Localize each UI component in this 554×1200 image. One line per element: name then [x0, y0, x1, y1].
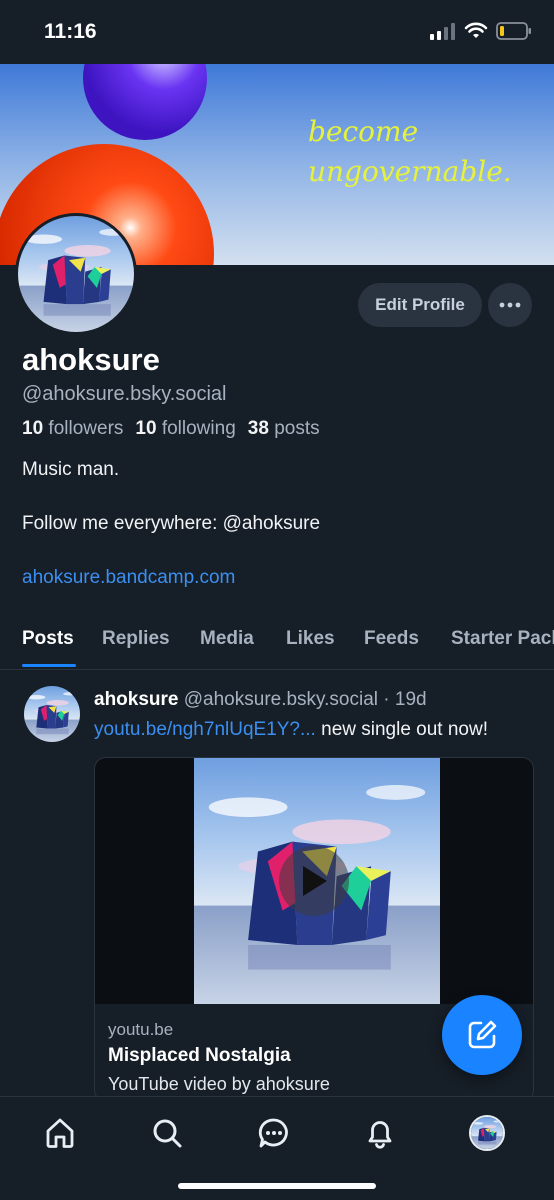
home-icon [46, 1118, 74, 1148]
post-body: new single out now! [315, 719, 489, 740]
more-options-button[interactable] [488, 283, 532, 327]
post-author-handle[interactable]: @ahoksure.bsky.social [184, 689, 378, 710]
wifi-icon [464, 22, 488, 38]
bio-line: Follow me everywhere: @ahoksure [22, 513, 321, 534]
profile-stats: 10 followers 10 following 38 posts [22, 418, 320, 440]
tab-posts[interactable]: Posts [22, 628, 74, 650]
following-stat[interactable]: 10 following [135, 418, 235, 440]
post-author-avatar[interactable] [24, 686, 80, 742]
home-indicator[interactable] [178, 1183, 376, 1189]
bio-line: Music man. [22, 459, 120, 480]
nav-notifications[interactable] [360, 1113, 400, 1153]
bell-icon [368, 1121, 392, 1149]
tab-starter-packs[interactable]: Starter Packs [451, 628, 554, 650]
posts-stat: 38 posts [247, 418, 320, 439]
play-icon [303, 866, 327, 896]
compose-icon [468, 1020, 497, 1049]
tab-likes[interactable]: Likes [286, 628, 335, 650]
embed-title: Misplaced Nostalgia [108, 1045, 291, 1066]
display-name: ahoksure [22, 342, 160, 377]
profile-tabs: Posts Replies Media Likes Feeds Starter … [0, 612, 554, 670]
banner-tagline: become ungovernable. [308, 115, 512, 188]
ellipsis-icon [499, 302, 521, 308]
embed-domain: youtu.be [108, 1020, 174, 1039]
followers-stat[interactable]: 10 followers [22, 418, 123, 440]
play-button[interactable] [279, 846, 349, 916]
tab-replies[interactable]: Replies [102, 628, 170, 650]
post-age: 19d [394, 689, 427, 710]
tab-media[interactable]: Media [200, 628, 254, 650]
profile-link[interactable]: ahoksure.bandcamp.com [22, 567, 235, 589]
post-link[interactable]: youtu.be/ngh7nlUqE1Y?... [94, 719, 316, 740]
embed-video[interactable] [95, 758, 533, 1004]
tab-feeds[interactable]: Feeds [364, 628, 419, 650]
nav-search[interactable] [147, 1113, 187, 1153]
battery-icon [496, 22, 531, 40]
nav-home[interactable] [40, 1113, 80, 1153]
status-bar: 11:16 [0, 0, 554, 64]
nav-chat[interactable] [254, 1113, 294, 1153]
profile-avatar [469, 1115, 505, 1151]
post-header: ahoksure @ahoksure.bsky.social · 19d [94, 689, 427, 711]
status-icons [430, 22, 532, 40]
active-tab-indicator [22, 664, 76, 667]
post-text: youtu.be/ngh7nlUqE1Y?... new single out … [94, 719, 488, 741]
compose-button[interactable] [442, 995, 522, 1075]
edit-profile-button[interactable]: Edit Profile [358, 283, 482, 327]
status-time: 11:16 [44, 20, 97, 43]
embed-description: YouTube video by ahoksure [108, 1074, 330, 1094]
nav-profile[interactable] [467, 1113, 507, 1153]
chat-icon [258, 1118, 288, 1148]
profile-avatar[interactable] [15, 213, 137, 335]
signal-icon [430, 23, 455, 40]
post-separator: · [383, 689, 390, 710]
profile-handle: @ahoksure.bsky.social [22, 383, 227, 405]
search-icon [153, 1119, 182, 1148]
post-author-name[interactable]: ahoksure [94, 689, 178, 710]
